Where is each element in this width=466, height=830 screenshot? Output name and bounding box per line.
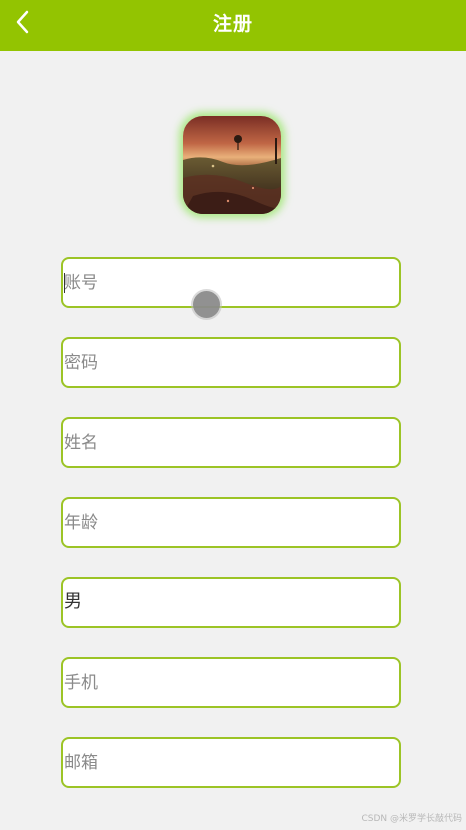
name-input[interactable] [63, 419, 399, 466]
app-bar: 注册 [0, 0, 466, 51]
password-field[interactable] [61, 337, 401, 388]
account-field[interactable] [61, 257, 401, 308]
watermark: CSDN @米罗学长敲代码 [361, 814, 462, 824]
age-field[interactable] [61, 497, 401, 548]
register-page: 注册 账号 姓名 年龄 男 手机 邮箱 CSDN @米罗学长敲代码 [0, 0, 466, 830]
gender-field[interactable]: 男 [61, 577, 401, 628]
touch-indicator [193, 291, 220, 318]
avatar-image [183, 116, 281, 214]
account-input[interactable] [63, 259, 399, 306]
gender-value[interactable]: 男 [64, 579, 82, 626]
email-input[interactable] [63, 739, 399, 786]
page-title: 注册 [212, 13, 253, 35]
avatar[interactable] [183, 116, 281, 214]
password-input[interactable] [63, 339, 399, 386]
phone-field[interactable] [61, 657, 401, 708]
name-field[interactable] [61, 417, 401, 468]
text-cursor [64, 273, 65, 293]
age-input[interactable] [63, 499, 399, 546]
phone-input[interactable] [63, 659, 399, 706]
email-field[interactable] [61, 737, 401, 788]
